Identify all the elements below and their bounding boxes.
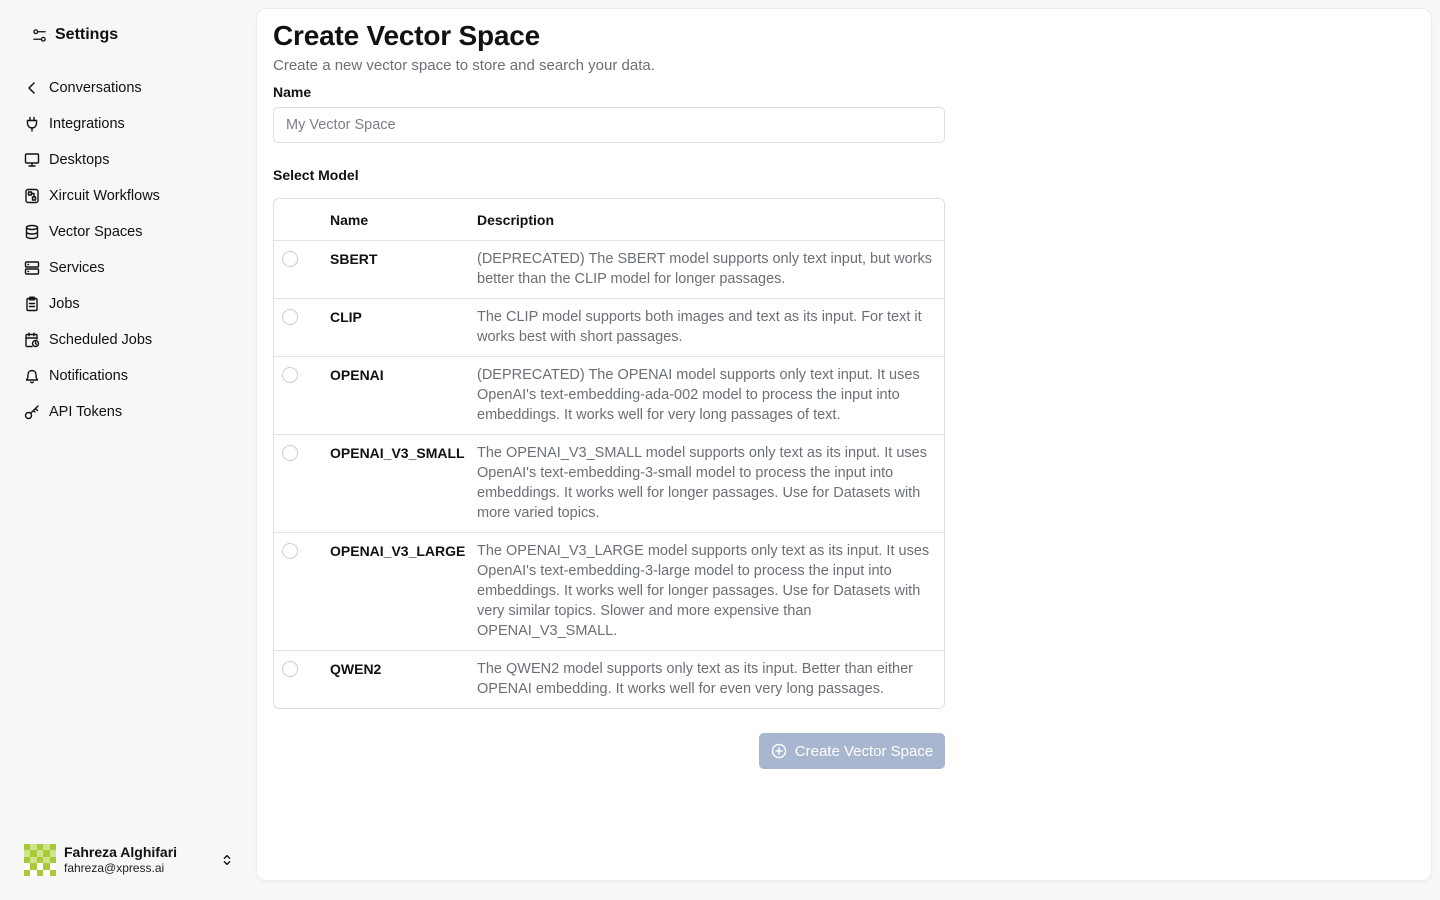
sidebar-item-jobs[interactable]: Jobs — [16, 286, 240, 322]
sidebar-item-vector-spaces[interactable]: Vector Spaces — [16, 214, 240, 250]
table-header-row: Name Description — [274, 199, 944, 240]
model-radio-openai-v3-small[interactable] — [282, 445, 298, 461]
sidebar-item-api-tokens[interactable]: API Tokens — [16, 394, 240, 430]
table-row[interactable]: OPENAI (DEPRECATED) The OPENAI model sup… — [274, 356, 944, 434]
sidebar-item-integrations[interactable]: Integrations — [16, 106, 240, 142]
sidebar-nav: Conversations Integrations Desktops Xirc… — [16, 70, 240, 430]
plug-icon — [26, 116, 38, 132]
sidebar-item-label: Scheduled Jobs — [49, 332, 153, 348]
model-name: QWEN2 — [330, 661, 382, 677]
table-header-description: Description — [477, 211, 555, 228]
sidebar-item-label: Conversations — [49, 80, 142, 96]
sidebar-item-label: API Tokens — [49, 404, 123, 420]
table-cell-select — [274, 365, 330, 425]
model-radio-openai[interactable] — [282, 367, 298, 383]
model-name: OPENAI — [330, 367, 384, 383]
settings-sliders-icon — [33, 28, 46, 42]
table-cell-select — [274, 659, 330, 699]
model-radio-openai-v3-large[interactable] — [282, 543, 298, 559]
form-actions: Create Vector Space — [273, 733, 945, 769]
model-description: The QWEN2 model supports only text as it… — [477, 661, 914, 697]
table-row[interactable]: OPENAI_V3_LARGE The OPENAI_V3_LARGE mode… — [274, 532, 944, 650]
table-cell-select — [274, 307, 330, 347]
table-row[interactable]: OPENAI_V3_SMALL The OPENAI_V3_SMALL mode… — [274, 434, 944, 532]
user-email: fahreza@xpress.ai — [64, 861, 165, 876]
model-description: The OPENAI_V3_SMALL model supports only … — [477, 445, 927, 521]
sidebar-item-xircuit-workflows[interactable]: Xircuit Workflows — [16, 178, 240, 214]
model-description: (DEPRECATED) The SBERT model supports on… — [477, 251, 933, 287]
chevrons-up-down-icon — [223, 854, 231, 866]
create-vector-space-button[interactable]: Create Vector Space — [759, 733, 945, 769]
chevron-left-icon — [28, 82, 35, 94]
model-name: SBERT — [330, 251, 378, 267]
model-name: OPENAI_V3_SMALL — [330, 445, 465, 461]
sidebar-item-conversations[interactable]: Conversations — [16, 70, 240, 106]
sidebar-header: Settings — [32, 26, 118, 44]
model-radio-sbert[interactable] — [282, 251, 298, 267]
clipboard-icon — [26, 296, 38, 312]
name-input[interactable] — [273, 107, 945, 143]
sidebar-item-label: Xircuit Workflows — [49, 188, 160, 204]
main-panel: Create Vector Space Create a new vector … — [256, 8, 1432, 881]
table-cell-select — [274, 249, 330, 289]
name-label: Name — [273, 84, 312, 100]
table-row[interactable]: SBERT (DEPRECATED) The SBERT model suppo… — [274, 240, 944, 298]
model-description: The CLIP model supports both images and … — [477, 309, 922, 345]
bell-icon — [25, 369, 39, 384]
model-description: The OPENAI_V3_LARGE model supports only … — [477, 543, 930, 639]
user-menu[interactable]: Fahreza Alghifari fahreza@xpress.ai — [24, 843, 234, 877]
model-name: CLIP — [330, 309, 362, 325]
user-name: Fahreza Alghifari — [64, 844, 178, 861]
workflow-icon — [25, 188, 39, 204]
sidebar-item-label: Services — [49, 260, 105, 276]
sidebar: Settings Conversations Integrations Desk… — [0, 0, 256, 900]
create-button-label: Create Vector Space — [794, 742, 934, 760]
table-header-name: Name — [330, 211, 369, 228]
table-cell-select — [274, 443, 330, 523]
select-model-label: Select Model — [273, 167, 359, 183]
table-row[interactable]: CLIP The CLIP model supports both images… — [274, 298, 944, 356]
sidebar-item-label: Integrations — [49, 116, 125, 132]
page-subtitle: Create a new vector space to store and s… — [273, 57, 655, 74]
model-description: (DEPRECATED) The OPENAI model supports o… — [477, 367, 920, 423]
server-icon — [24, 261, 40, 275]
sidebar-item-services[interactable]: Services — [16, 250, 240, 286]
calendar-clock-icon — [25, 332, 40, 348]
model-table: Name Description SBERT (DEPRECATED) The … — [273, 198, 945, 709]
sidebar-title: Settings — [55, 26, 119, 43]
avatar — [24, 844, 56, 876]
monitor-icon — [24, 153, 40, 167]
model-radio-clip[interactable] — [282, 309, 298, 325]
table-cell-select — [274, 541, 330, 641]
sidebar-item-desktops[interactable]: Desktops — [16, 142, 240, 178]
sidebar-item-label: Jobs — [49, 296, 80, 312]
sidebar-item-label: Notifications — [49, 368, 128, 384]
sidebar-item-scheduled-jobs[interactable]: Scheduled Jobs — [16, 322, 240, 358]
plus-circle-icon — [771, 743, 786, 759]
model-name: OPENAI_V3_LARGE — [330, 543, 466, 559]
model-radio-qwen2[interactable] — [282, 661, 298, 677]
create-vector-space-form: Create Vector Space Create a new vector … — [273, 19, 945, 769]
sidebar-item-label: Desktops — [49, 152, 110, 168]
database-icon — [25, 224, 39, 240]
sidebar-item-notifications[interactable]: Notifications — [16, 358, 240, 394]
table-row[interactable]: QWEN2 The QWEN2 model supports only text… — [274, 650, 944, 708]
user-info: Fahreza Alghifari fahreza@xpress.ai — [64, 844, 212, 875]
page-title: Create Vector Space — [273, 20, 541, 51]
sidebar-item-label: Vector Spaces — [49, 224, 143, 240]
key-icon — [24, 405, 39, 420]
